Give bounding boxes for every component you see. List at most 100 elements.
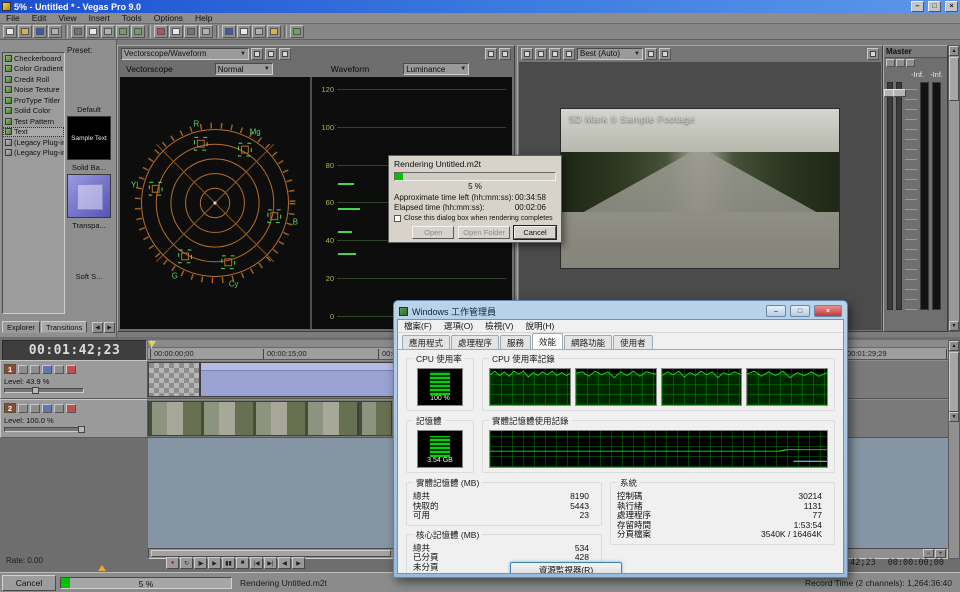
open-button[interactable]: Open bbox=[412, 226, 454, 239]
clip-generated-media[interactable] bbox=[200, 362, 394, 397]
generator-item[interactable]: (Legacy Plug-in) bbox=[3, 148, 64, 159]
track-fx-icon[interactable] bbox=[30, 365, 40, 374]
track-automation-icon[interactable] bbox=[42, 404, 52, 413]
paste-icon[interactable] bbox=[101, 25, 115, 38]
generator-list[interactable]: Checkerboard Color Gradient Credit Roll … bbox=[2, 52, 65, 314]
current-timecode-display[interactable]: 00:01:42;23 bbox=[2, 340, 147, 361]
close-when-done-checkbox[interactable] bbox=[394, 215, 401, 222]
split-screen-icon[interactable] bbox=[549, 48, 561, 60]
auto-ripple-icon[interactable] bbox=[169, 25, 183, 38]
copy-icon[interactable] bbox=[86, 25, 100, 38]
preview-pin-icon[interactable] bbox=[867, 48, 879, 60]
slider-handle[interactable] bbox=[78, 426, 85, 433]
save-project-icon[interactable] bbox=[33, 25, 47, 38]
scroll-up-icon[interactable]: ▲ bbox=[949, 46, 959, 56]
scroll-down-icon[interactable]: ▼ bbox=[949, 321, 959, 331]
mixer-mute-icon[interactable] bbox=[896, 59, 905, 67]
play-button[interactable]: ▶ bbox=[208, 557, 221, 569]
project-properties-icon[interactable] bbox=[521, 48, 533, 60]
close-button[interactable]: × bbox=[814, 305, 842, 317]
track-level-slider[interactable] bbox=[4, 388, 84, 393]
open-project-icon[interactable] bbox=[18, 25, 32, 38]
preset-thumbnail-sample-text[interactable]: Sample Text bbox=[67, 116, 111, 160]
new-project-icon[interactable] bbox=[3, 25, 17, 38]
generator-item[interactable]: Credit Roll bbox=[3, 74, 64, 85]
scrollbar-thumb[interactable] bbox=[151, 550, 391, 557]
zoom-edit-tool-icon[interactable] bbox=[267, 25, 281, 38]
tab-performance[interactable]: 效能 bbox=[532, 333, 563, 349]
menu-tools[interactable]: Tools bbox=[116, 13, 148, 24]
track-mute-icon[interactable] bbox=[54, 365, 64, 374]
project-properties-icon[interactable] bbox=[48, 25, 62, 38]
menu-file[interactable]: File bbox=[0, 13, 26, 24]
prev-frame-button[interactable]: ◀ bbox=[278, 557, 291, 569]
scroll-down-icon[interactable]: ▼ bbox=[949, 412, 959, 422]
track-level-slider[interactable] bbox=[4, 427, 84, 432]
slider-handle[interactable] bbox=[32, 387, 39, 394]
rate-slider-marker[interactable] bbox=[98, 565, 106, 571]
scope-settings-icon[interactable] bbox=[279, 48, 291, 60]
scope-type-select[interactable]: Vectorscope/Waveform ▼ bbox=[121, 48, 249, 60]
tab-users[interactable]: 使用者 bbox=[613, 335, 653, 349]
overlays-icon[interactable] bbox=[563, 48, 575, 60]
tab-scroll-right-icon[interactable]: ▶ bbox=[104, 322, 115, 333]
lock-envelopes-icon[interactable] bbox=[184, 25, 198, 38]
track-fx-icon[interactable] bbox=[30, 404, 40, 413]
menu-view[interactable]: 檢視(V) bbox=[479, 320, 519, 332]
track-minimize-icon[interactable] bbox=[18, 365, 28, 374]
envelope-edit-tool-icon[interactable] bbox=[237, 25, 251, 38]
generator-item[interactable]: Solid Color bbox=[3, 106, 64, 117]
zoom-out-icon[interactable]: − bbox=[923, 549, 934, 558]
track-1-header[interactable]: 1 Level: 43.9 % bbox=[0, 360, 148, 399]
track-mute-icon[interactable] bbox=[54, 404, 64, 413]
tab-scroll-left-icon[interactable]: ◀ bbox=[92, 322, 103, 333]
preset-thumbnail-transparent[interactable] bbox=[67, 174, 111, 218]
menu-file[interactable]: 檔案(F) bbox=[398, 320, 438, 332]
go-to-start-button[interactable]: |◀ bbox=[250, 557, 263, 569]
stop-button[interactable]: ■ bbox=[236, 557, 249, 569]
scopes-close-icon[interactable] bbox=[499, 48, 511, 60]
menu-view[interactable]: View bbox=[52, 13, 82, 24]
maximize-button[interactable]: □ bbox=[928, 1, 941, 12]
close-button[interactable]: × bbox=[945, 1, 958, 12]
preview-quality-select[interactable]: Best (Auto) ▼ bbox=[577, 48, 643, 60]
generator-item[interactable]: Noise Texture bbox=[3, 85, 64, 96]
selection-length-timecode[interactable]: 00:00:00;00 bbox=[888, 558, 944, 568]
menu-options[interactable]: 選項(O) bbox=[438, 320, 479, 332]
timeline-vertical-scrollbar[interactable]: ▲ ▼ bbox=[948, 340, 960, 559]
snapshot-copy-icon[interactable] bbox=[645, 48, 657, 60]
maximize-button[interactable]: □ bbox=[790, 305, 810, 317]
clip-video-event[interactable] bbox=[148, 401, 358, 436]
clip-transparent-checker[interactable] bbox=[148, 362, 200, 397]
generator-item[interactable]: ProType Titler bbox=[3, 95, 64, 106]
tab-explorer[interactable]: Explorer bbox=[2, 321, 40, 333]
mixer-dim-icon[interactable] bbox=[906, 59, 915, 67]
minimize-button[interactable]: – bbox=[911, 1, 924, 12]
play-from-start-button[interactable]: |▶ bbox=[194, 557, 207, 569]
menu-options[interactable]: Options bbox=[148, 13, 189, 24]
menu-help[interactable]: Help bbox=[189, 13, 218, 24]
track-minimize-icon[interactable] bbox=[18, 404, 28, 413]
track-solo-icon[interactable] bbox=[66, 404, 76, 413]
tab-networking[interactable]: 網路功能 bbox=[564, 335, 612, 349]
scope-grid-icon[interactable] bbox=[265, 48, 277, 60]
master-fader-right[interactable] bbox=[896, 82, 902, 310]
tab-processes[interactable]: 處理程序 bbox=[451, 335, 499, 349]
normal-edit-tool-icon[interactable] bbox=[222, 25, 236, 38]
tab-applications[interactable]: 應用程式 bbox=[402, 335, 450, 349]
generator-item-selected[interactable]: Text bbox=[3, 127, 64, 138]
snapping-icon[interactable] bbox=[154, 25, 168, 38]
ignore-grouping-icon[interactable] bbox=[199, 25, 213, 38]
track-solo-icon[interactable] bbox=[66, 365, 76, 374]
scrollbar-thumb[interactable] bbox=[949, 352, 959, 412]
preview-external-monitor-icon[interactable] bbox=[535, 48, 547, 60]
generator-item[interactable]: Color Gradient bbox=[3, 64, 64, 75]
marker-icon[interactable] bbox=[148, 341, 156, 347]
scopes-pin-icon[interactable] bbox=[485, 48, 497, 60]
track-automation-icon[interactable] bbox=[42, 365, 52, 374]
selection-edit-tool-icon[interactable] bbox=[252, 25, 266, 38]
scroll-up-icon[interactable]: ▲ bbox=[949, 341, 959, 351]
tab-services[interactable]: 服務 bbox=[500, 335, 531, 349]
undo-icon[interactable] bbox=[116, 25, 130, 38]
redo-icon[interactable] bbox=[131, 25, 145, 38]
